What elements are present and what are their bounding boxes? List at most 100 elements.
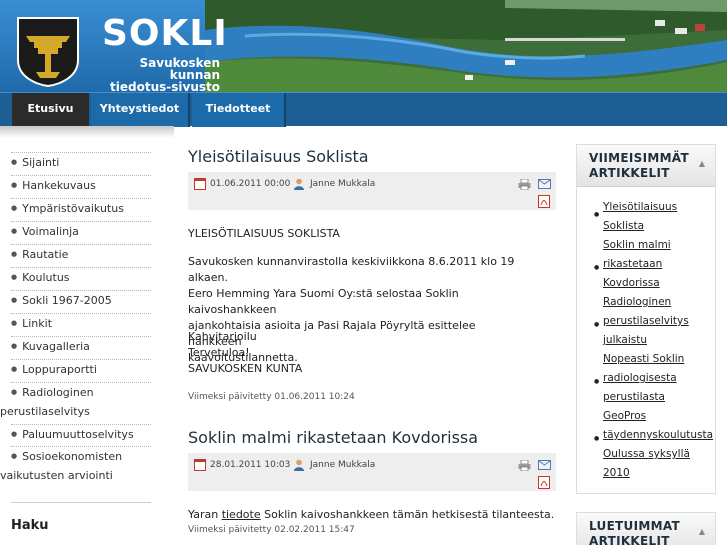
article-meta-bar: 01.06.2011 00:00 Janne Mukkala bbox=[188, 172, 556, 210]
latest-article-link[interactable]: Yleisötilaisuus bbox=[603, 198, 677, 217]
subtitle-line-2: tiedotus-sivusto bbox=[110, 80, 220, 92]
site-header: SOKLI Savukosken kunnan tiedotus-sivusto bbox=[0, 0, 727, 92]
bullet-icon: ● bbox=[11, 342, 18, 350]
bullet-icon: ● bbox=[11, 296, 18, 304]
text-line: Eero Hemming Yara Suomi Oy:stä selostaa … bbox=[188, 287, 459, 316]
widget-header[interactable]: VIIMEISIMMÄT ARTIKKELIT ▲ bbox=[577, 145, 715, 187]
article-paragraph: Yaran tiedote Soklin kaivoshankkeen tämä… bbox=[188, 507, 568, 523]
latest-article-link[interactable]: Soklin malmi bbox=[603, 236, 671, 255]
text-line: Kahvitarjoilu bbox=[188, 330, 257, 343]
article-author: Janne Mukkala bbox=[310, 460, 376, 470]
divider bbox=[11, 502, 151, 503]
pdf-icon[interactable] bbox=[538, 476, 550, 489]
sidebar-item-linkit[interactable]: ● Linkit bbox=[11, 313, 151, 333]
bullet-icon: ● bbox=[11, 319, 18, 327]
latest-article-link[interactable]: Kovdorissa bbox=[603, 274, 660, 293]
sidebar-item-sosioekonomisten[interactable]: ● Sosioekonomisten vaikutusten arviointi bbox=[0, 446, 151, 485]
widget-title-line: VIIMEISIMMÄT bbox=[589, 151, 689, 165]
latest-article-link[interactable]: perustilasta bbox=[603, 388, 665, 407]
calendar-icon bbox=[194, 178, 206, 190]
bullet-icon: ● bbox=[11, 181, 18, 189]
text-line: Savukosken kunnanvirastolla keskiviikkon… bbox=[188, 255, 515, 284]
widget-title: LUETUIMMAT ARTIKKELIT bbox=[589, 519, 680, 545]
most-read-widget: LUETUIMMAT ARTIKKELIT ▲ bbox=[576, 512, 716, 545]
email-icon[interactable] bbox=[538, 460, 551, 470]
latest-articles-widget: VIIMEISIMMÄT ARTIKKELIT ▲ ● Yleisötilais… bbox=[576, 144, 716, 494]
sidebar-item-label: Kuvagalleria bbox=[22, 340, 90, 353]
latest-article-link[interactable]: Radiologinen bbox=[603, 293, 671, 312]
widget-header[interactable]: LUETUIMMAT ARTIKKELIT ▲ bbox=[577, 513, 715, 545]
sidebar-item-label: Koulutus bbox=[22, 271, 70, 284]
bullet-icon: ● bbox=[11, 158, 18, 166]
bullet-icon: ● bbox=[11, 227, 18, 235]
collapse-icon[interactable]: ▲ bbox=[699, 159, 705, 168]
sidebar-item-rautatie[interactable]: ● Rautatie bbox=[11, 244, 151, 264]
bullet-icon: ● bbox=[594, 211, 600, 218]
sidebar-item-sijainti[interactable]: ● Sijainti bbox=[11, 152, 151, 172]
latest-article-link[interactable]: radiologisesta bbox=[603, 369, 677, 388]
sidebar-item-label: Hankekuvaus bbox=[22, 179, 96, 192]
bullet-icon: ● bbox=[11, 452, 18, 460]
bullet-icon: ● bbox=[11, 250, 18, 258]
latest-article-link[interactable]: Soklista bbox=[603, 217, 644, 236]
latest-article-link[interactable]: rikastetaan bbox=[603, 255, 662, 274]
bullet-icon: ● bbox=[11, 204, 18, 212]
sidebar-item-label: Ympäristövaikutus bbox=[22, 202, 124, 215]
collapse-icon[interactable]: ▲ bbox=[699, 527, 705, 536]
sidebar-item-loppuraportti[interactable]: ● Loppuraportti bbox=[11, 359, 151, 379]
sidebar-item-koulutus[interactable]: ● Koulutus bbox=[11, 267, 151, 287]
article-author: Janne Mukkala bbox=[310, 179, 376, 189]
sidebar-item-kuvagalleria[interactable]: ● Kuvagalleria bbox=[11, 336, 151, 356]
last-updated: Viimeksi päivitetty 02.02.2011 15:47 bbox=[188, 525, 355, 535]
sidebar-item-radiologinen[interactable]: ● Radiologinen perustilaselvitys bbox=[0, 382, 151, 421]
sidebar-item-label: Linkit bbox=[22, 317, 53, 330]
article-title[interactable]: Soklin malmi rikastetaan Kovdorissa bbox=[188, 428, 478, 447]
bullet-icon: ● bbox=[594, 378, 600, 385]
sidebar-item-sokli-history[interactable]: ● Sokli 1967-2005 bbox=[11, 290, 151, 310]
sidebar-item-label: Sokli 1967-2005 bbox=[22, 294, 112, 307]
pdf-icon[interactable] bbox=[538, 195, 550, 208]
sidebar-item-hankekuvaus[interactable]: ● Hankekuvaus bbox=[11, 175, 151, 195]
page: SOKLI Savukosken kunnan tiedotus-sivusto… bbox=[0, 0, 727, 545]
print-icon[interactable] bbox=[518, 460, 531, 471]
latest-article-link[interactable]: Nopeasti Soklin bbox=[603, 350, 684, 369]
article-title[interactable]: Yleisötilaisuus Soklista bbox=[188, 147, 369, 166]
user-icon bbox=[294, 459, 304, 471]
tiedote-link[interactable]: tiedote bbox=[222, 508, 261, 521]
bullet-icon: ● bbox=[11, 430, 18, 438]
tab-etusivu[interactable]: Etusivu bbox=[12, 93, 89, 127]
text-line: Tervetuloa! bbox=[188, 346, 250, 359]
site-subtitle: Savukosken kunnan tiedotus-sivusto bbox=[96, 57, 220, 92]
sidebar-item-voimalinja[interactable]: ● Voimalinja bbox=[11, 221, 151, 241]
article-date: 28.01.2011 10:03 bbox=[210, 460, 291, 470]
landscape-photo bbox=[205, 0, 727, 92]
site-title[interactable]: SOKLI bbox=[102, 14, 228, 54]
sidebar-item-label: Sijainti bbox=[22, 156, 60, 169]
article-date: 01.06.2011 00:00 bbox=[210, 179, 291, 189]
tab-tiedotteet[interactable]: Tiedotteet bbox=[192, 93, 286, 127]
latest-article-link[interactable]: julkaistu bbox=[603, 331, 647, 350]
article-paragraph: Kahvitarjoilu Tervetuloa! SAVUKOSKEN KUN… bbox=[188, 329, 528, 377]
email-icon[interactable] bbox=[538, 179, 551, 189]
sidebar-item-ymparistovaikutus[interactable]: ● Ympäristövaikutus bbox=[11, 198, 151, 218]
latest-article-link[interactable]: Oulussa syksyllä bbox=[603, 445, 690, 464]
latest-article-link[interactable]: 2010 bbox=[603, 464, 630, 483]
bullet-icon: ● bbox=[11, 365, 18, 373]
search-title: Haku bbox=[11, 518, 49, 533]
widget-title-line: ARTIKKELIT bbox=[589, 166, 670, 180]
latest-article-link[interactable]: täydennyskoulutusta bbox=[603, 426, 715, 445]
bullet-icon: ● bbox=[11, 273, 18, 281]
widget-title: VIIMEISIMMÄT ARTIKKELIT bbox=[589, 151, 689, 181]
sidebar-item-label: Loppuraportti bbox=[22, 363, 97, 376]
text-fragment: Yaran bbox=[188, 508, 222, 521]
print-icon[interactable] bbox=[518, 179, 531, 190]
bullet-icon: ● bbox=[594, 264, 600, 271]
latest-article-link[interactable]: perustilaselvitys bbox=[603, 312, 689, 331]
latest-article-link[interactable]: GeoPros bbox=[603, 407, 646, 426]
sidebar-item-label-2: vaikutusten arviointi bbox=[0, 469, 113, 482]
tab-yhteystiedot[interactable]: Yhteystiedot bbox=[91, 93, 190, 127]
widget-title-line: LUETUIMMAT bbox=[589, 519, 680, 533]
sidebar-item-paluumuuttoselvitys[interactable]: ● Paluumuuttoselvitys bbox=[11, 424, 151, 444]
last-updated: Viimeksi päivitetty 01.06.2011 10:24 bbox=[188, 392, 355, 402]
sidebar-item-label-2: perustilaselvitys bbox=[0, 405, 90, 418]
